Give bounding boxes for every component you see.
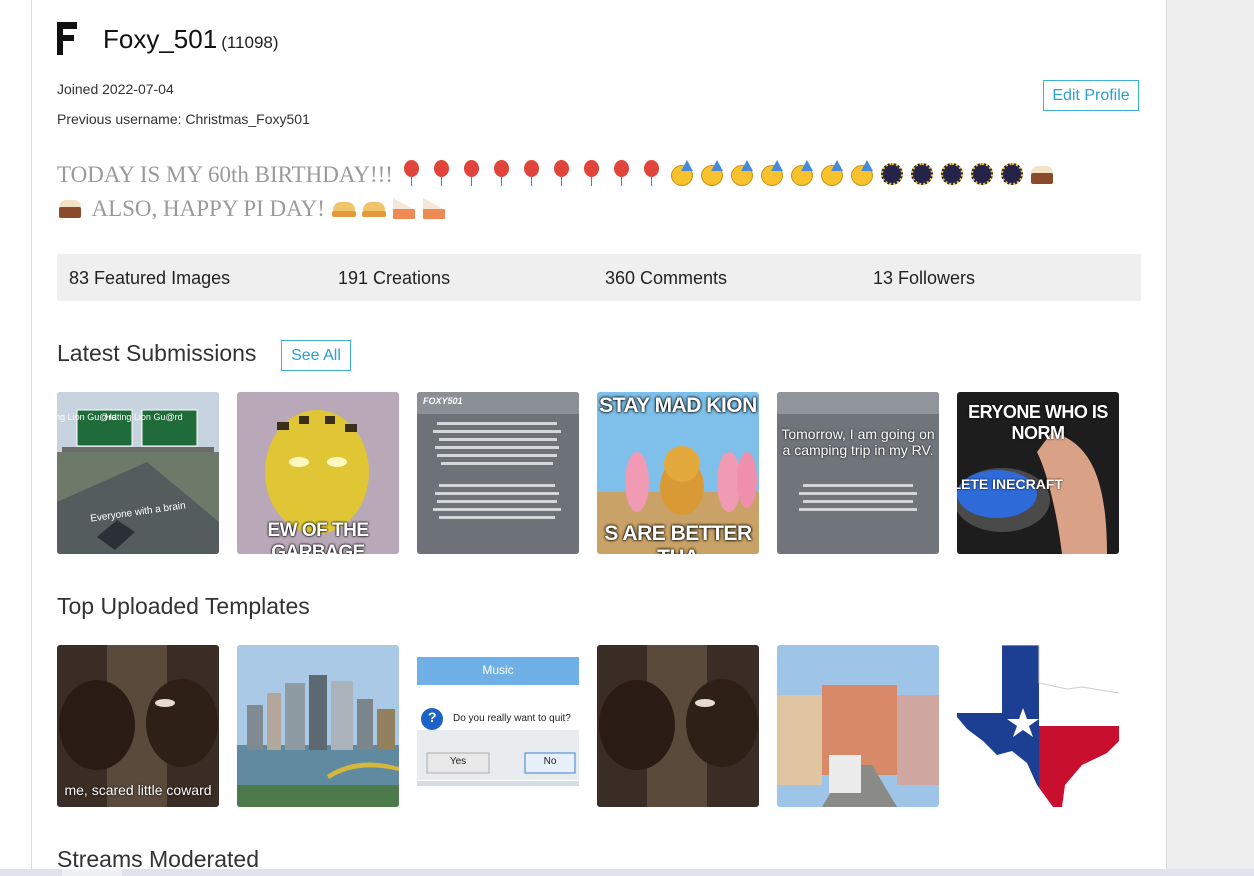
thumb4-caption-top: STAY MAD KION (599, 394, 757, 417)
bio-emoji-row-1 (399, 160, 1059, 187)
party-face-icon (819, 160, 845, 186)
balloon-icon (489, 160, 515, 186)
balloon-icon (609, 160, 635, 186)
profile-username: Foxy_501 (11098) (103, 24, 279, 55)
horizontal-scrollbar-thumb[interactable] (62, 869, 122, 876)
user-points: (11098) (221, 33, 279, 52)
fireworks-icon (999, 160, 1025, 186)
party-face-icon (759, 160, 785, 186)
pie-icon (361, 194, 387, 220)
balloon-icon (399, 160, 425, 186)
thumb3-caption: FOXY501 (423, 396, 463, 406)
balloon-icon (459, 160, 485, 186)
fireworks-icon (939, 160, 965, 186)
thumb1-label-right: Hating Lion Gu@rd (105, 412, 183, 422)
template-thumb-2[interactable] (237, 645, 399, 807)
template1-caption: me, scared little coward (64, 782, 212, 798)
submission-thumb-5[interactable]: Tomorrow, I am going on a camping trip i… (777, 392, 939, 554)
birthday-cake-icon (1029, 160, 1055, 186)
see-all-button[interactable]: See All (281, 340, 351, 371)
joined-date: Joined 2022-07-04 (57, 81, 174, 97)
balloon-icon (639, 160, 665, 186)
submission-thumb-2[interactable]: EW OF THE GARBAGE (237, 392, 399, 554)
cake-slice-icon (391, 194, 417, 220)
bio-line-1: TODAY IS MY 60th BIRTHDAY!!! (57, 162, 393, 187)
latest-submissions-heading: Latest Submissions (57, 340, 257, 366)
top-templates-heading: Top Uploaded Templates (57, 593, 310, 619)
submission-thumb-1[interactable]: Liking Lion Gu@rd Hating Lion Gu@rd Ever… (57, 392, 219, 554)
thumb6-caption-top: ERYONE WHO IS NORM (968, 402, 1108, 443)
fireworks-icon (969, 160, 995, 186)
submission-thumb-3[interactable]: FOXY501 (417, 392, 579, 554)
content-left-border (31, 0, 32, 876)
template3-dialog-question: Do you really want to quit? (453, 713, 571, 724)
party-face-icon (789, 160, 815, 186)
profile-stats-bar: 83 Featured Images 191 Creations 360 Com… (57, 254, 1141, 301)
balloon-icon (549, 160, 575, 186)
template-thumb-4[interactable] (597, 645, 759, 807)
party-face-icon (849, 160, 875, 186)
thumb2-caption: EW OF THE GARBAGE (267, 520, 369, 554)
edit-profile-button[interactable]: Edit Profile (1043, 80, 1139, 111)
page-right-gutter (1166, 0, 1254, 876)
balloon-icon (519, 160, 545, 186)
avatar[interactable] (57, 22, 79, 55)
template3-dialog-title: Music (482, 663, 514, 677)
thumb6-caption-button: DELETE INECRAFT (957, 476, 1063, 492)
pie-icon (331, 194, 357, 220)
template-thumb-3[interactable]: Music ? Do you really want to quit? Yes … (417, 645, 579, 807)
stat-creations[interactable]: 191 Creations (338, 268, 450, 289)
fireworks-icon (879, 160, 905, 186)
profile-bio: TODAY IS MY 60th BIRTHDAY!!! ALSO, HAPPY… (57, 158, 1147, 226)
balloon-icon (429, 160, 455, 186)
horizontal-scrollbar[interactable] (0, 869, 1254, 876)
submission-thumb-4[interactable]: STAY MAD KION S ARE BETTER THA (597, 392, 759, 554)
bio-line-2: ALSO, HAPPY PI DAY! (91, 196, 325, 221)
cake-slice-icon (421, 194, 447, 220)
username-text: Foxy_501 (103, 24, 218, 54)
stat-comments[interactable]: 360 Comments (605, 268, 727, 289)
template3-no: No (543, 756, 557, 767)
thumb4-caption-bottom: S ARE BETTER THA (604, 522, 752, 554)
party-face-icon (729, 160, 755, 186)
bio-emoji-cake (57, 196, 87, 221)
party-face-icon (669, 160, 695, 186)
submission-thumb-6[interactable]: ERYONE WHO IS NORM DELETE INECRAFT (957, 392, 1119, 554)
template3-yes: Yes (449, 756, 467, 767)
question-icon: ? (428, 709, 437, 725)
balloon-icon (579, 160, 605, 186)
previous-username: Previous username: Christmas_Foxy501 (57, 111, 310, 127)
fireworks-icon (909, 160, 935, 186)
template-thumb-6[interactable] (957, 645, 1119, 807)
thumb5-caption: Tomorrow, I am going on a camping trip i… (781, 426, 935, 458)
template-thumb-1[interactable]: me, scared little coward (57, 645, 219, 807)
bio-emoji-row-2 (331, 196, 451, 221)
stat-featured-images[interactable]: 83 Featured Images (69, 268, 230, 289)
stat-followers[interactable]: 13 Followers (873, 268, 975, 289)
party-face-icon (699, 160, 725, 186)
template-thumb-5[interactable] (777, 645, 939, 807)
birthday-cake-icon (57, 194, 83, 220)
